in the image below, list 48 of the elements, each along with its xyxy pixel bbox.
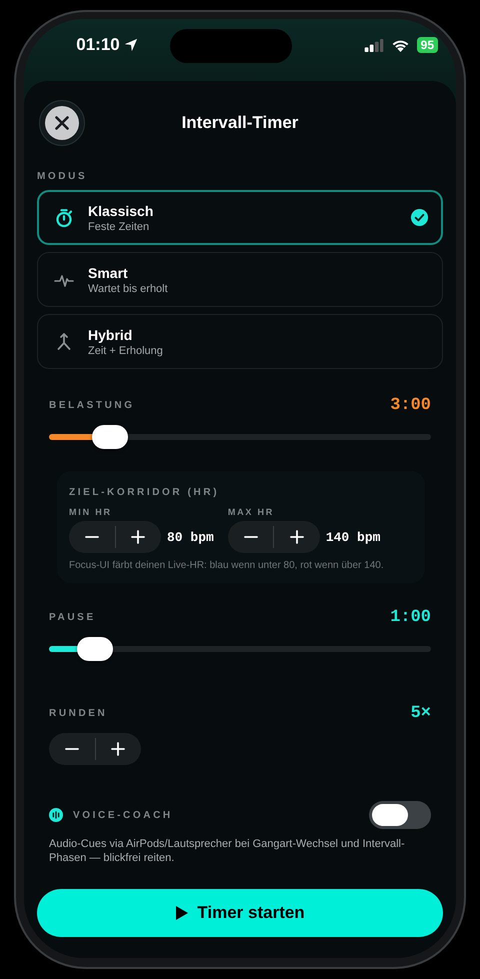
battery-indicator: 95 [416, 37, 438, 53]
plus-icon [290, 530, 304, 544]
checkmark-icon [410, 208, 429, 227]
section-label: ZIEL-KORRIDOR (HR) [69, 487, 220, 498]
play-icon [175, 905, 190, 921]
mode-option[interactable]: Klassisch Feste Zeiten [37, 190, 443, 245]
description-text: Audio-Cues via AirPods/Lautsprecher bei Gangart-Wechsel und Intervall-Phasen — blickfrei reiten. [49, 837, 406, 865]
start-timer-button[interactable]: Timer starten [37, 889, 443, 937]
location-arrow-icon [124, 38, 138, 52]
bpm-value: 80 bpm [167, 530, 214, 544]
hint-text: Focus-UI färbt deinen Live-HR: blau wenn unter 80, rot wenn über 140. [69, 560, 385, 571]
duration-value: 1:00 [390, 608, 431, 626]
field-label: MIN HR [69, 507, 113, 517]
section-label: BELASTUNG [49, 400, 135, 410]
section-label: RUNDEN [49, 708, 108, 718]
section-label: MODUS [37, 171, 88, 182]
slider-thumb[interactable] [76, 637, 113, 661]
sheet-title: Intervall-Timer [180, 113, 300, 133]
mode-title: Klassisch [88, 202, 154, 218]
stepper-control[interactable] [228, 521, 320, 553]
toggle-switch[interactable] [369, 801, 431, 829]
rounds-value: 5× [410, 704, 431, 722]
mode-title: Smart [88, 264, 129, 280]
section-label: PAUSE [49, 612, 96, 622]
stopwatch-icon [54, 208, 74, 228]
mode-title: Hybrid [88, 326, 134, 342]
field-label: MAX HR [228, 507, 276, 517]
mode-subtitle: Feste Zeiten [88, 220, 150, 232]
close-icon [45, 106, 79, 140]
plus-icon [131, 530, 146, 544]
audio-wave-icon [49, 808, 63, 822]
wifi-icon [390, 38, 410, 52]
mode-subtitle: Zeit + Erholung [88, 344, 164, 356]
mode-option[interactable]: Smart Wartet bis erholt [37, 252, 443, 307]
signal-icon [364, 38, 384, 52]
bpm-value: 140 bpm [326, 530, 380, 544]
close-button[interactable] [39, 100, 85, 146]
slider[interactable] [49, 425, 431, 449]
section-label: VOICE-COACH [73, 810, 174, 820]
slider[interactable] [49, 637, 431, 661]
clock-time: 01:10 [76, 35, 120, 55]
mode-option[interactable]: Hybrid Zeit + Erholung [37, 314, 443, 369]
mode-subtitle: Wartet bis erholt [88, 282, 169, 294]
duration-value: 3:00 [390, 396, 431, 414]
stepper-control[interactable] [69, 521, 161, 553]
plus-icon [111, 742, 126, 756]
slider-thumb[interactable] [92, 425, 128, 449]
stepper-control[interactable] [49, 733, 141, 765]
